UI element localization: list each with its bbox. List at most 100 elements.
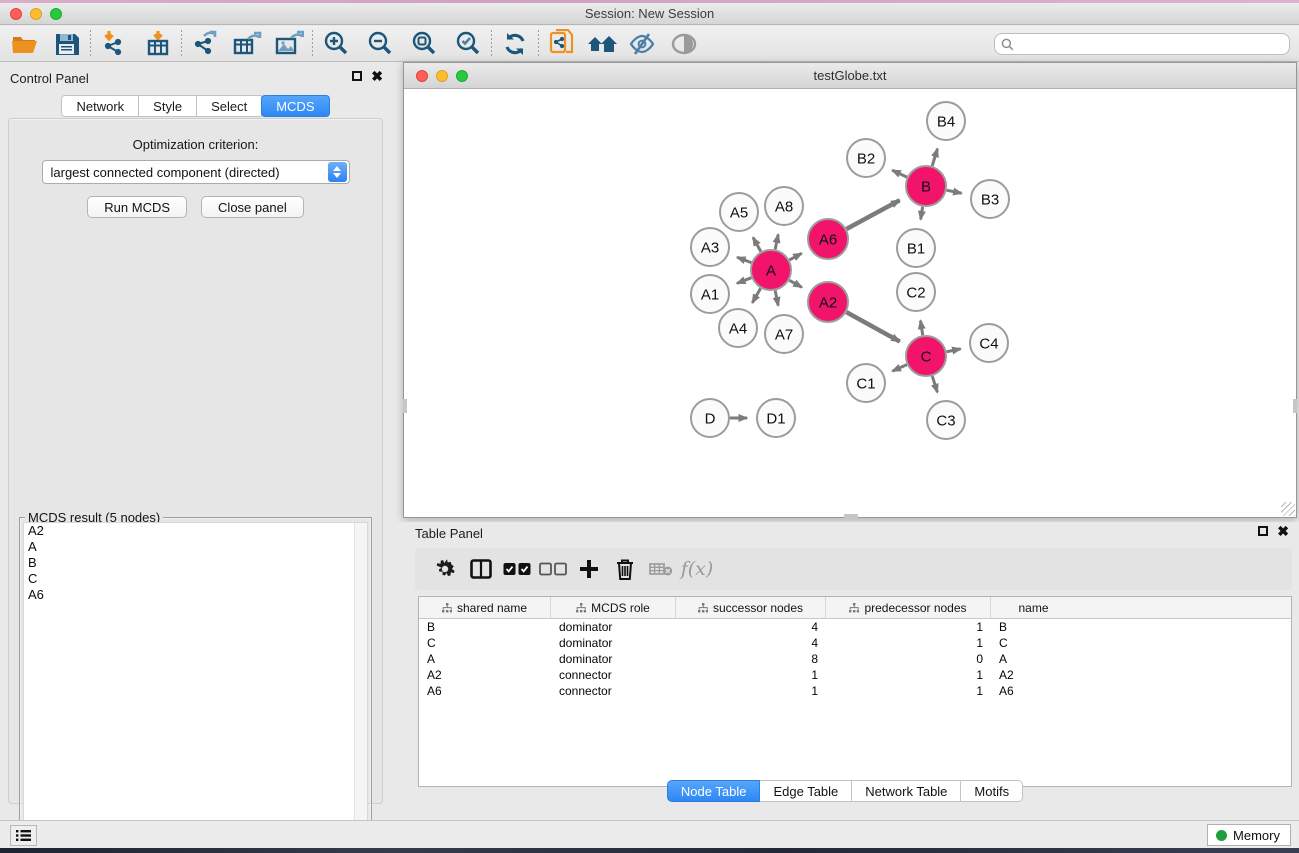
cell-predecessor-nodes[interactable]: 1	[826, 619, 991, 635]
clone-network-icon[interactable]	[545, 29, 579, 59]
memory-button[interactable]: Memory	[1207, 824, 1291, 846]
edge-B-B1[interactable]	[921, 207, 923, 220]
cell-shared-name[interactable]: A	[419, 651, 551, 667]
zoom-fit-icon[interactable]	[407, 29, 441, 59]
create-column-icon[interactable]	[571, 554, 607, 584]
edge-B-B3[interactable]	[947, 190, 962, 193]
cell-MCDS-role[interactable]: dominator	[551, 651, 676, 667]
export-network-icon[interactable]	[188, 29, 222, 59]
column-header-name[interactable]: name	[991, 597, 1076, 618]
open-session-icon[interactable]	[8, 29, 42, 59]
close-panel-icon[interactable]: ✖	[371, 71, 383, 81]
function-builder-icon[interactable]: f(x)	[679, 554, 715, 584]
edge-B-B4[interactable]	[932, 149, 937, 166]
tab-mcds[interactable]: MCDS	[261, 95, 329, 117]
cell-name[interactable]: A	[991, 651, 1076, 667]
cell-successor-nodes[interactable]: 4	[676, 619, 826, 635]
close-panel-button[interactable]: Close panel	[201, 196, 304, 218]
close-table-panel-icon[interactable]: ✖	[1277, 526, 1289, 536]
search-field[interactable]	[994, 33, 1290, 55]
edge-A-A6[interactable]	[789, 253, 801, 260]
column-header-shared-name[interactable]: shared name	[419, 597, 551, 618]
tab-network-table[interactable]: Network Table	[852, 780, 961, 802]
edge-A-A2[interactable]	[789, 280, 802, 287]
result-item[interactable]: C	[24, 571, 367, 587]
reset-view-icon[interactable]	[585, 29, 619, 59]
cell-successor-nodes[interactable]: 4	[676, 635, 826, 651]
edge-A2-C[interactable]	[846, 312, 899, 341]
zoom-out-icon[interactable]	[363, 29, 397, 59]
edge-A-A3[interactable]	[737, 257, 751, 262]
cell-shared-name[interactable]: B	[419, 619, 551, 635]
cell-name[interactable]: A2	[991, 667, 1076, 683]
show-graphics-details-icon[interactable]	[667, 29, 701, 59]
bottom-scroll-nub[interactable]	[844, 514, 858, 518]
select-all-columns-icon[interactable]	[499, 554, 535, 584]
cell-predecessor-nodes[interactable]: 1	[826, 667, 991, 683]
node-table[interactable]: shared nameMCDS rolesuccessor nodesprede…	[418, 596, 1292, 787]
table-row[interactable]: Adominator80A	[419, 651, 1291, 667]
tab-motifs[interactable]: Motifs	[961, 780, 1023, 802]
zoom-selected-icon[interactable]	[451, 29, 485, 59]
edge-C-C3[interactable]	[932, 376, 937, 392]
export-image-icon[interactable]	[272, 29, 306, 59]
table-row[interactable]: Cdominator41C	[419, 635, 1291, 651]
cell-shared-name[interactable]: A2	[419, 667, 551, 683]
edge-A-A8[interactable]	[775, 234, 778, 249]
cell-predecessor-nodes[interactable]: 0	[826, 651, 991, 667]
edge-A-A5[interactable]	[753, 237, 761, 251]
edge-B-B2[interactable]	[892, 170, 907, 177]
result-item[interactable]: A2	[24, 523, 367, 539]
task-history-button[interactable]	[10, 825, 37, 846]
left-scroll-nub[interactable]	[403, 399, 407, 413]
cell-MCDS-role[interactable]: dominator	[551, 635, 676, 651]
cell-successor-nodes[interactable]: 1	[676, 683, 826, 699]
tab-select[interactable]: Select	[197, 95, 262, 117]
cell-name[interactable]: A6	[991, 683, 1076, 699]
float-panel-icon[interactable]	[352, 71, 362, 81]
network-window-titlebar[interactable]: testGlobe.txt	[404, 63, 1296, 89]
result-item[interactable]: A	[24, 539, 367, 555]
table-row[interactable]: A2connector11A2	[419, 667, 1291, 683]
cell-name[interactable]: B	[991, 619, 1076, 635]
titlebar[interactable]: Session: New Session	[0, 3, 1299, 25]
delete-column-icon[interactable]	[607, 554, 643, 584]
tab-node-table[interactable]: Node Table	[667, 780, 761, 802]
edge-C-C2[interactable]	[920, 321, 922, 336]
save-session-icon[interactable]	[50, 29, 84, 59]
float-table-panel-icon[interactable]	[1258, 526, 1268, 536]
search-input[interactable]	[1018, 37, 1289, 51]
edge-A-A4[interactable]	[752, 288, 760, 303]
unselect-all-columns-icon[interactable]	[535, 554, 571, 584]
tab-network[interactable]: Network	[61, 95, 139, 117]
cell-predecessor-nodes[interactable]: 1	[826, 635, 991, 651]
column-header-predecessor-nodes[interactable]: predecessor nodes	[826, 597, 991, 618]
refresh-icon[interactable]	[498, 29, 532, 59]
cell-MCDS-role[interactable]: dominator	[551, 619, 676, 635]
import-table-icon[interactable]	[141, 29, 175, 59]
edge-A6-B[interactable]	[846, 200, 899, 229]
show-column-icon[interactable]	[463, 554, 499, 584]
network-canvas[interactable]: AA1A2A3A4A5A6A7A8BB1B2B3B4CC1C2C3C4DD1	[404, 89, 1296, 517]
table-row[interactable]: Bdominator41B	[419, 619, 1291, 635]
edge-A-A7[interactable]	[775, 291, 778, 306]
import-network-icon[interactable]	[97, 29, 131, 59]
edge-C-C1[interactable]	[892, 365, 906, 371]
edge-C-C4[interactable]	[947, 349, 961, 352]
tab-style[interactable]: Style	[139, 95, 197, 117]
zoom-in-icon[interactable]	[319, 29, 353, 59]
criterion-dropdown[interactable]: largest connected component (directed)	[42, 160, 350, 184]
table-row[interactable]: A6connector11A6	[419, 683, 1291, 699]
right-scroll-nub[interactable]	[1293, 399, 1297, 413]
run-mcds-button[interactable]: Run MCDS	[87, 196, 187, 218]
cell-successor-nodes[interactable]: 8	[676, 651, 826, 667]
resize-grip[interactable]	[1281, 502, 1295, 516]
cell-MCDS-role[interactable]: connector	[551, 683, 676, 699]
tab-edge-table[interactable]: Edge Table	[760, 780, 852, 802]
mcds-result-list[interactable]: A2ABCA6	[23, 522, 368, 851]
delete-table-icon[interactable]	[643, 554, 679, 584]
export-table-icon[interactable]	[230, 29, 264, 59]
table-options-icon[interactable]	[427, 554, 463, 584]
cell-predecessor-nodes[interactable]: 1	[826, 683, 991, 699]
column-header-MCDS-role[interactable]: MCDS role	[551, 597, 676, 618]
